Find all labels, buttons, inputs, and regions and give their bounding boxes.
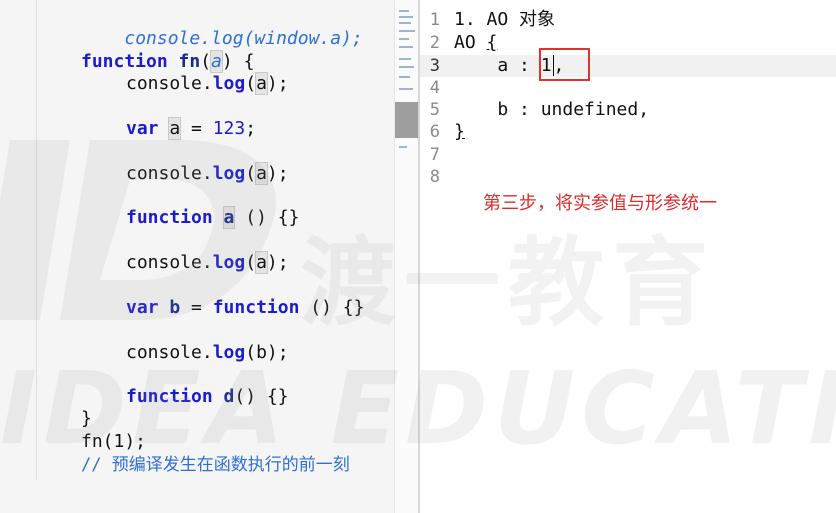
line-number: 1 <box>429 10 440 30</box>
minimap-line <box>399 88 413 90</box>
minimap-line <box>399 10 409 12</box>
ao-open: AO { <box>454 32 498 53</box>
line-number-active: 3 <box>429 56 440 76</box>
highlight-box <box>539 48 590 81</box>
code-line-log-1: console.log(a); <box>126 73 289 94</box>
line-number: 7 <box>429 145 440 165</box>
minimap-line <box>399 22 411 24</box>
ao-prop-b: b : undefined, <box>454 99 650 120</box>
code-line-function-a: function a () {} <box>126 207 300 228</box>
code-line-comment: // 预编译发生在函数执行的前一刻 <box>81 455 350 475</box>
minimap-line <box>399 76 410 78</box>
minimap-line <box>399 146 407 148</box>
minimap-line <box>399 58 411 60</box>
minimap-line <box>399 38 409 40</box>
code-line-var-b: var b = function () {} <box>126 297 365 318</box>
right-code-editor[interactable]: 1 2 3 4 5 6 7 8 1. AO 对象 AO { a : 1, b :… <box>420 0 836 513</box>
line-number: 6 <box>429 122 440 142</box>
code-line-call: fn(1); <box>81 431 147 452</box>
minimap-viewport-slider[interactable] <box>395 102 419 138</box>
code-line-log-3: console.log(a); <box>126 252 289 273</box>
minimap-line <box>399 66 414 68</box>
code-line-log-2: console.log(a); <box>126 163 289 184</box>
minimap-line <box>399 46 413 48</box>
step-annotation: 第三步，将实参值与形参统一 <box>483 193 717 214</box>
code-line-var-a: var a = 123; <box>126 118 257 139</box>
indent-guide <box>36 0 37 480</box>
line-number: 5 <box>429 100 440 120</box>
code-line-close-brace: } <box>81 408 92 429</box>
ao-close: } <box>454 121 465 142</box>
code-line-function-d: function d() {} <box>126 386 289 407</box>
minimap[interactable] <box>394 0 419 513</box>
line-number: 2 <box>429 33 440 53</box>
code-line-log-4: console.log(b); <box>126 342 289 363</box>
minimap-line <box>399 30 415 32</box>
line-number: 4 <box>429 78 440 98</box>
left-code-editor[interactable]: console.log(window.a); function fn(a) { … <box>0 0 394 513</box>
code-line-function-fn: function fn(a) { <box>81 51 255 72</box>
ao-heading: 1. AO 对象 <box>454 9 556 30</box>
line-number: 8 <box>429 167 440 187</box>
minimap-line <box>399 16 413 18</box>
